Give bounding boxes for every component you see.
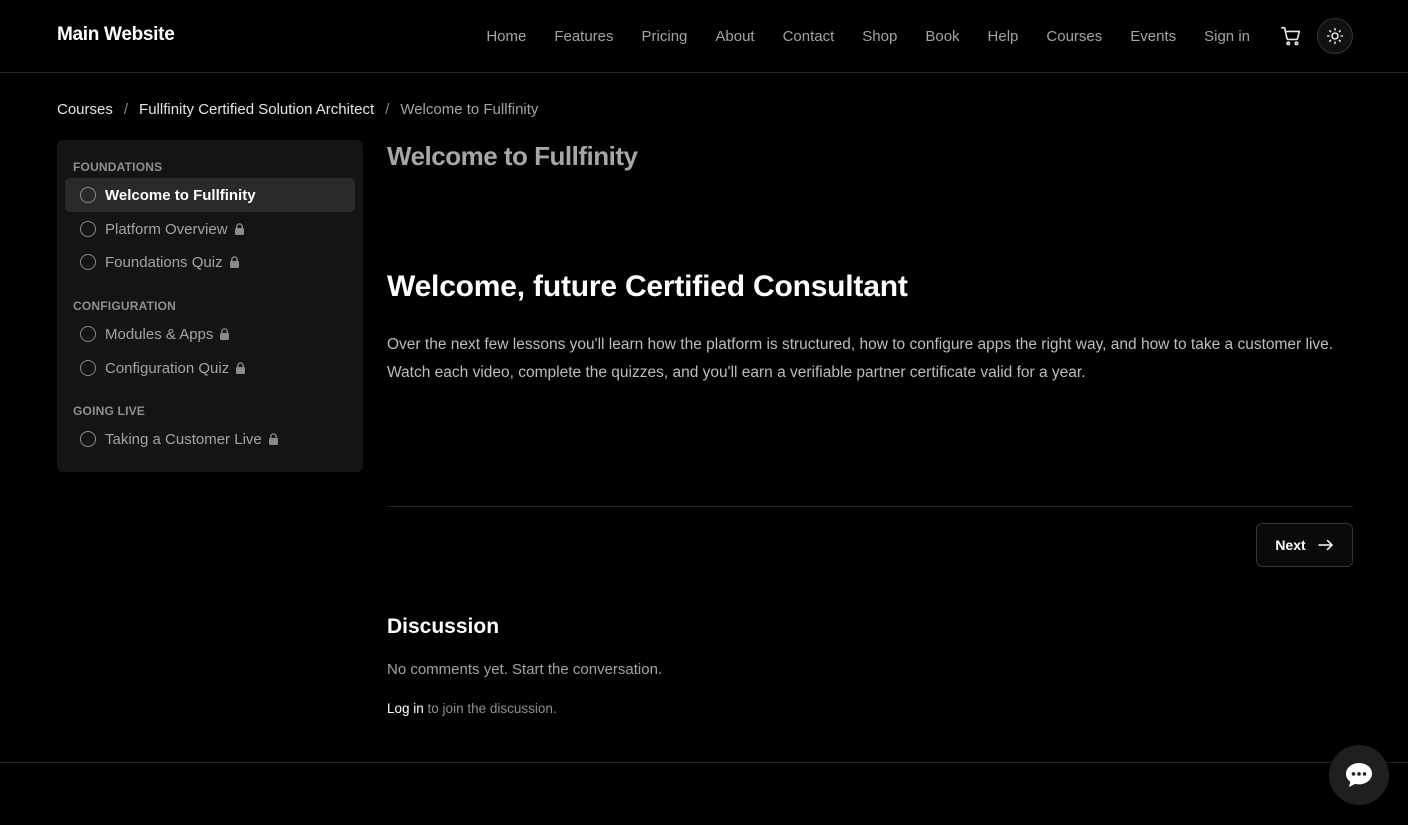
- breadcrumb: Courses / Fullfinity Certified Solution …: [57, 101, 538, 118]
- nav-home[interactable]: Home: [486, 28, 526, 45]
- section-title-configuration: CONFIGURATION: [73, 299, 177, 313]
- lesson-status-circle-icon: [80, 221, 96, 237]
- lesson-label: Taking a Customer Live: [105, 430, 262, 448]
- lesson-status-circle-icon: [80, 187, 96, 203]
- next-button-label: Next: [1275, 537, 1306, 553]
- lock-icon: [234, 223, 245, 235]
- lesson-status-circle-icon: [80, 360, 96, 376]
- lesson-item-modules-apps[interactable]: Modules & Apps: [65, 317, 355, 351]
- discussion-empty-text: No comments yet. Start the conversation.: [387, 661, 663, 678]
- lesson-label: Modules & Apps: [105, 325, 214, 343]
- top-navbar: Main Website Home Features Pricing About…: [0, 0, 1408, 73]
- discussion-title: Discussion: [387, 615, 500, 638]
- lesson-status-circle-icon: [80, 326, 96, 342]
- lesson-item-foundations-quiz[interactable]: Foundations Quiz: [65, 245, 355, 279]
- section-title-going-live: GOING LIVE: [73, 404, 146, 418]
- nav-events[interactable]: Events: [1130, 28, 1176, 45]
- discussion-login-prompt: Log in to join the discussion.: [387, 701, 557, 716]
- next-lesson-button[interactable]: Next: [1256, 523, 1353, 567]
- lesson-item-welcome[interactable]: Welcome to Fullfinity: [65, 178, 355, 212]
- lesson-label: Foundations Quiz: [105, 253, 223, 271]
- nav-contact[interactable]: Contact: [783, 28, 835, 45]
- lock-icon: [219, 328, 230, 340]
- sun-icon: [1326, 27, 1344, 45]
- lock-icon: [229, 256, 240, 268]
- lesson-body-text: Over the next few lessons you'll learn h…: [387, 336, 1334, 381]
- nav-sign-in[interactable]: Sign in: [1204, 28, 1250, 45]
- footer-divider: [0, 762, 1408, 763]
- breadcrumb-courses[interactable]: Courses: [57, 101, 113, 118]
- login-link[interactable]: Log in: [387, 701, 424, 716]
- nav-shop[interactable]: Shop: [862, 28, 897, 45]
- lesson-item-platform-overview[interactable]: Platform Overview: [65, 212, 355, 246]
- breadcrumb-current: Welcome to Fullfinity: [400, 101, 539, 118]
- lesson-sidebar: FOUNDATIONS Welcome to Fullfinity Platfo…: [57, 140, 363, 472]
- lesson-heading: Welcome, future Certified Consultant: [387, 270, 908, 303]
- lesson-status-circle-icon: [80, 254, 96, 270]
- nav-pricing[interactable]: Pricing: [642, 28, 688, 45]
- nav-courses[interactable]: Courses: [1046, 28, 1102, 45]
- breadcrumb-course[interactable]: Fullfinity Certified Solution Architect: [139, 101, 374, 118]
- lock-icon: [235, 362, 246, 374]
- breadcrumb-separator: /: [385, 101, 390, 118]
- lesson-title: Welcome to Fullfinity: [387, 141, 638, 171]
- lock-icon: [268, 433, 279, 445]
- lesson-label: Welcome to Fullfinity: [105, 186, 256, 204]
- theme-toggle-button[interactable]: [1317, 18, 1353, 54]
- lesson-item-configuration-quiz[interactable]: Configuration Quiz: [65, 351, 355, 385]
- nav-help[interactable]: Help: [988, 28, 1019, 45]
- lesson-label: Configuration Quiz: [105, 359, 230, 377]
- chat-widget-button[interactable]: [1329, 745, 1389, 805]
- lesson-item-taking-customer-live[interactable]: Taking a Customer Live: [65, 422, 355, 456]
- brand-logo[interactable]: Main Website: [57, 24, 175, 46]
- breadcrumb-separator: /: [123, 101, 129, 118]
- chat-bubble-icon: [1344, 761, 1374, 789]
- lesson-label: Platform Overview: [105, 220, 228, 238]
- content-divider: [387, 506, 1353, 507]
- section-title-foundations: FOUNDATIONS: [73, 160, 163, 174]
- lesson-status-circle-icon: [80, 431, 96, 447]
- main-nav: Home Features Pricing About Contact Shop…: [486, 0, 1250, 72]
- login-suffix-text: to join the discussion.: [423, 701, 557, 716]
- nav-features[interactable]: Features: [554, 28, 613, 45]
- cart-icon[interactable]: [1280, 25, 1302, 47]
- arrow-right-icon: [1317, 539, 1334, 551]
- nav-book[interactable]: Book: [925, 28, 959, 45]
- nav-about[interactable]: About: [715, 28, 754, 45]
